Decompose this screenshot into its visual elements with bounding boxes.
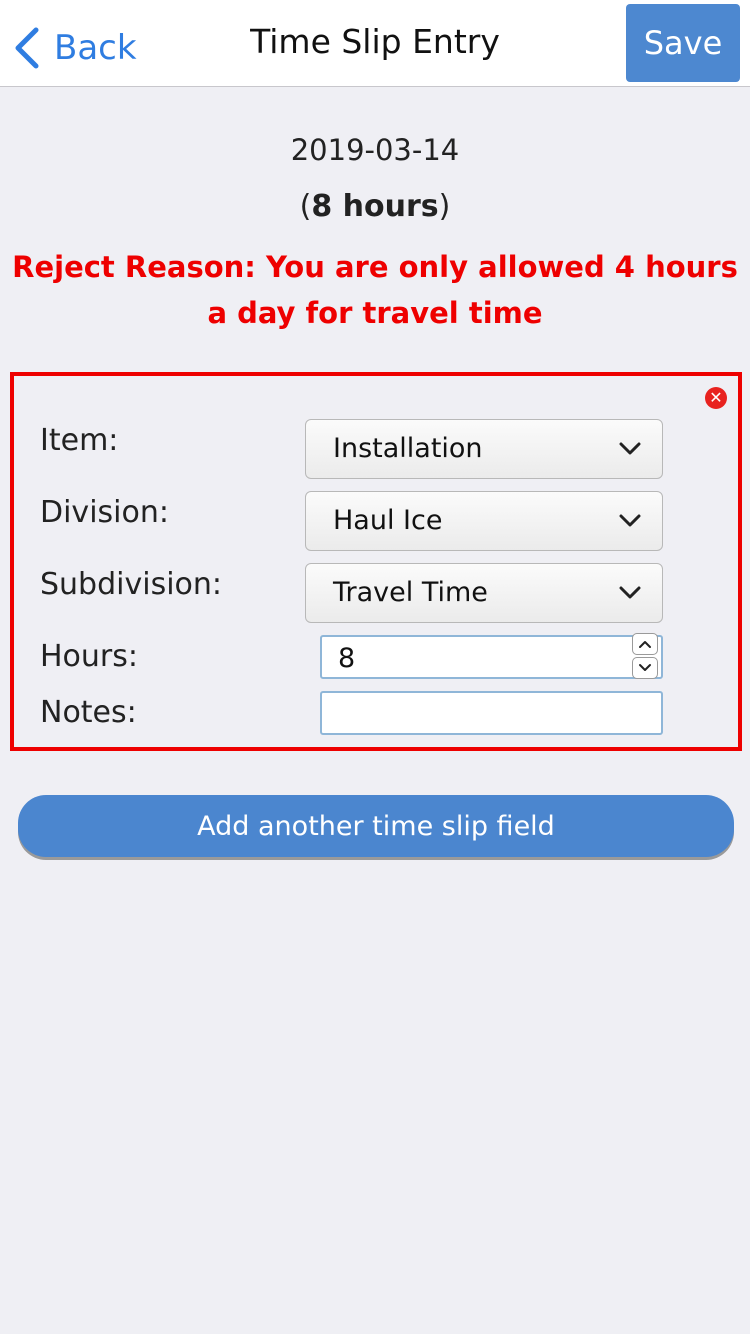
back-label: Back [54, 28, 137, 68]
subdivision-select-value: Travel Time [333, 577, 488, 608]
reject-reason: Reject Reason: You are only allowed 4 ho… [12, 250, 738, 330]
chevron-up-icon [639, 641, 651, 648]
total-hours: (8 hours) [0, 189, 750, 224]
chevron-down-icon [639, 664, 651, 671]
navigation-bar: Back Time Slip Entry Save [0, 0, 750, 87]
hours-value: 8 hours [311, 189, 439, 224]
chevron-left-icon [15, 27, 39, 69]
add-time-slip-field-button[interactable]: Add another time slip field [18, 795, 734, 857]
item-label: Item: [40, 423, 119, 458]
division-label: Division: [40, 495, 169, 530]
item-select[interactable]: Installation [305, 419, 663, 479]
hours-input-value: 8 [338, 643, 356, 674]
chevron-down-icon [619, 442, 641, 455]
hours-open-paren: ( [299, 189, 312, 224]
chevron-down-icon [619, 586, 641, 599]
hours-label: Hours: [40, 639, 138, 674]
notes-label: Notes: [40, 695, 137, 730]
hours-close-paren: ) [438, 189, 451, 224]
back-button[interactable]: Back [14, 24, 137, 72]
subdivision-select[interactable]: Travel Time [305, 563, 663, 623]
close-circle-icon[interactable]: ✕ [705, 387, 727, 409]
hours-decrement-button[interactable] [632, 657, 658, 679]
subdivision-label: Subdivision: [40, 567, 223, 602]
hours-input[interactable]: 8 [320, 635, 663, 679]
notes-input[interactable] [320, 691, 663, 735]
item-select-value: Installation [333, 433, 483, 464]
entry-date: 2019-03-14 [290, 133, 460, 167]
chevron-down-icon [619, 514, 641, 527]
save-button[interactable]: Save [626, 4, 740, 82]
hours-increment-button[interactable] [632, 633, 658, 655]
division-select[interactable]: Haul Ice [305, 491, 663, 551]
division-select-value: Haul Ice [333, 505, 443, 536]
